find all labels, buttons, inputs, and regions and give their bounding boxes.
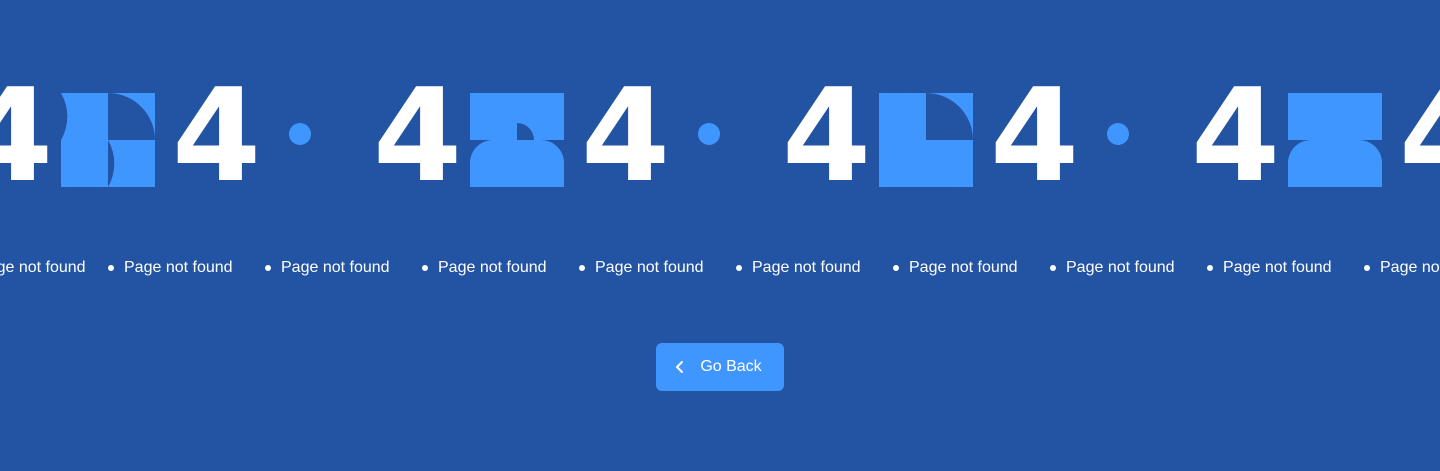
zero-quarter-circles-icon [470, 93, 564, 187]
go-back-button[interactable]: Go Back [656, 343, 784, 391]
error-digit-four: 4 [581, 86, 671, 196]
tagline-item: Page not found [1364, 254, 1440, 282]
chevron-left-icon [676, 361, 684, 373]
tagline-text: Page not found [1223, 259, 1332, 276]
tagline-text: Page not found [595, 259, 704, 276]
tagline-marquee: Page not found Page not found Page not f… [0, 254, 1440, 282]
tagline-text: Page not found [281, 259, 390, 276]
go-back-label: Go Back [700, 358, 762, 375]
error-digit-four: 4 [0, 86, 54, 196]
tagline-item: Page not found [579, 254, 704, 282]
error-digit-four: 4 [1399, 86, 1440, 196]
tagline-text: Page not found [438, 259, 547, 276]
bullet-dot [1364, 265, 1370, 271]
zero-quarter-circles-icon [1288, 93, 1382, 187]
bullet-dot [579, 265, 585, 271]
zero-pinwheel-icon [61, 93, 155, 187]
tagline-text: Page not found [1066, 259, 1175, 276]
bullet-dot [893, 265, 899, 271]
separator-dot [289, 123, 311, 145]
zero-pinwheel-icon [879, 93, 973, 187]
tagline-text: Page not found [1380, 259, 1440, 276]
tagline-item: Page not found [1050, 254, 1175, 282]
tagline-item: Page not found [265, 254, 390, 282]
tagline-item: Page not found [736, 254, 861, 282]
error-digit-four: 4 [990, 86, 1080, 196]
bullet-dot [422, 265, 428, 271]
error-digit-four: 4 [373, 86, 463, 196]
error-digit-four: 4 [172, 86, 262, 196]
error-code-marquee: 4 4 4 4 4 4 4 [0, 86, 1440, 196]
bullet-dot [1050, 265, 1056, 271]
tagline-item: Page not found [0, 254, 86, 282]
bullet-dot [108, 265, 114, 271]
separator-dot [1107, 123, 1129, 145]
tagline-text: Page not found [752, 259, 861, 276]
bullet-dot [1207, 265, 1213, 271]
separator-dot [698, 123, 720, 145]
tagline-item: Page not found [422, 254, 547, 282]
tagline-item: Page not found [108, 254, 233, 282]
error-digit-four: 4 [1191, 86, 1281, 196]
tagline-item: Page not found [893, 254, 1018, 282]
error-digit-four: 4 [782, 86, 872, 196]
bullet-dot [265, 265, 271, 271]
tagline-text: Page not found [909, 259, 1018, 276]
tagline-text: Page not found [124, 259, 233, 276]
tagline-text: Page not found [0, 259, 86, 276]
tagline-item: Page not found [1207, 254, 1332, 282]
bullet-dot [736, 265, 742, 271]
